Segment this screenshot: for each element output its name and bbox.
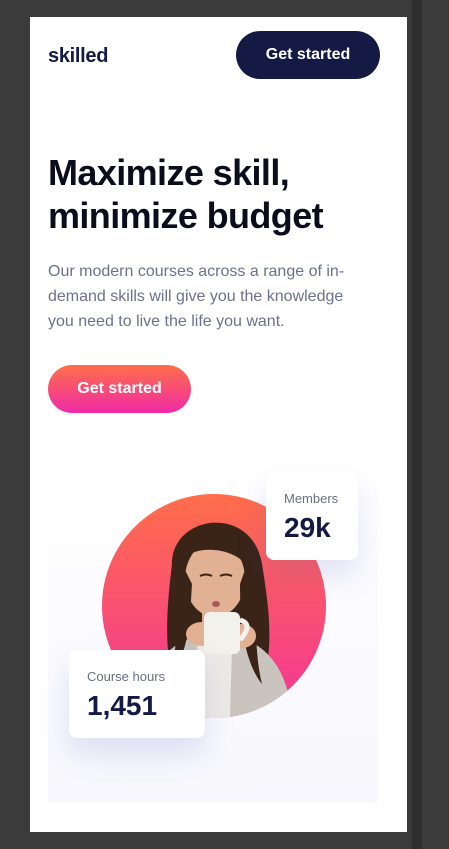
course-hours-label: Course hours (87, 669, 166, 684)
members-value: 29k (284, 512, 331, 543)
page-container: skilled Get started Maximize skill, mini… (30, 17, 407, 832)
hero-description: Our modern courses across a range of in-… (48, 263, 345, 330)
logo[interactable]: skilled (48, 45, 108, 68)
hero-title: Maximize skill, minimize budget (48, 152, 324, 236)
header-get-started-button[interactable]: Get started (236, 31, 380, 79)
course-hours-stat-card: Course hours 1,451 (69, 650, 205, 738)
members-label: Members (284, 491, 339, 506)
scrollbar-track[interactable] (412, 0, 422, 849)
course-hours-value: 1,451 (87, 690, 158, 721)
hero-get-started-button[interactable]: Get started (48, 365, 191, 413)
members-stat-card: Members 29k (266, 472, 358, 560)
